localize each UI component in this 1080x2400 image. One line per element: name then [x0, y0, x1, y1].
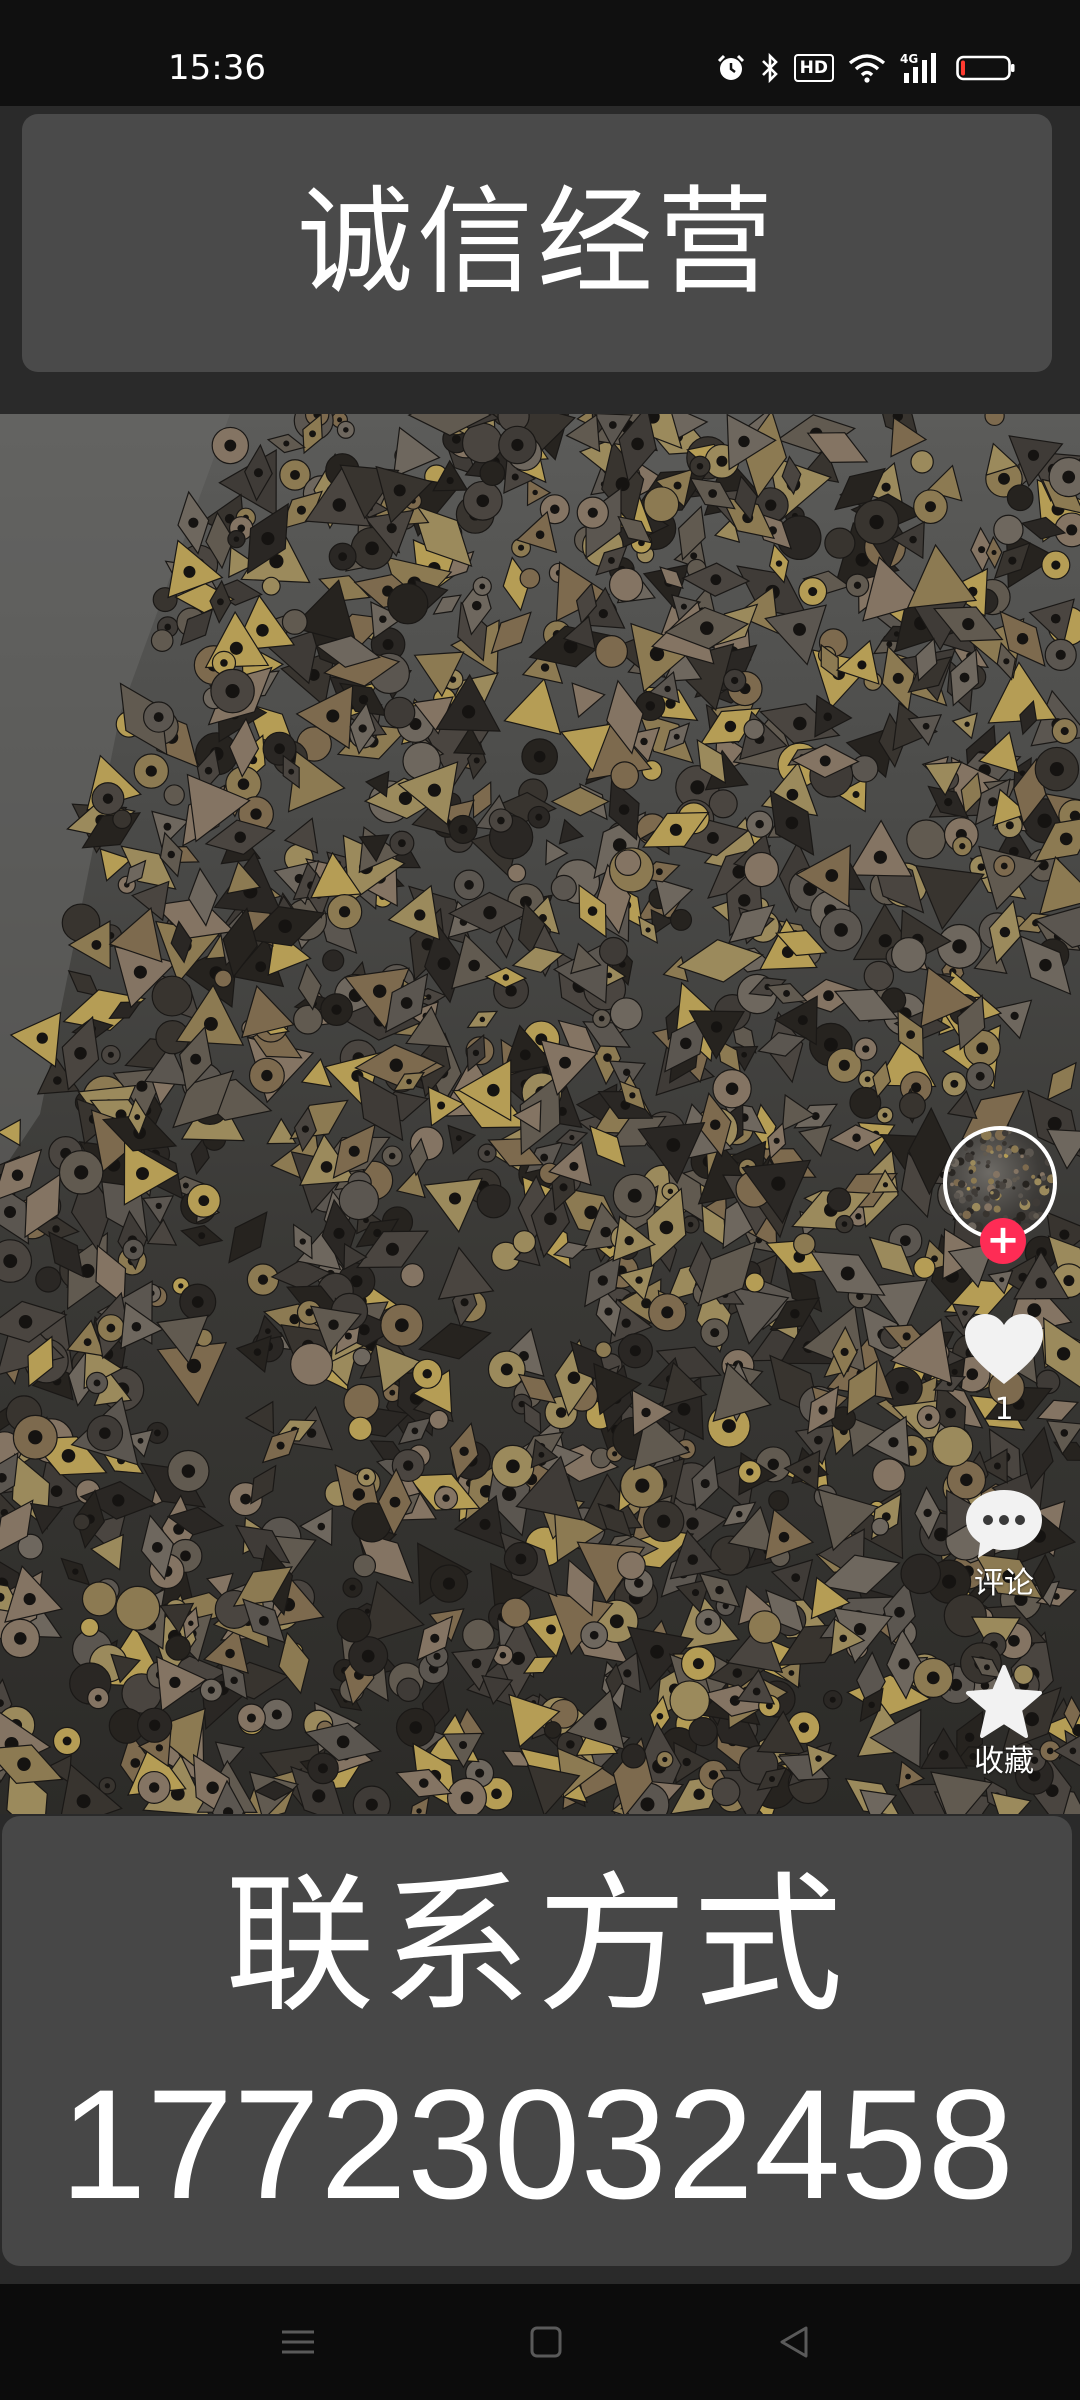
signal-icon: 4G: [900, 52, 936, 83]
status-bar: 15:36 HD 4G: [0, 0, 1080, 106]
comment-bubble-icon: [966, 1490, 1042, 1558]
phone-screen: 15:36 HD 4G 诚信经营 联系方式 17723032458 + 1 评论…: [0, 0, 1080, 2400]
back-triangle-icon: [780, 2326, 808, 2358]
favorite-button[interactable]: 收藏: [944, 1664, 1064, 1780]
heart-icon: [965, 1314, 1043, 1384]
battery-icon: [956, 55, 1015, 81]
favorite-label: 收藏: [974, 1744, 1034, 1779]
comment-button[interactable]: 评论: [944, 1486, 1064, 1602]
system-navigation-bar: [0, 2284, 1080, 2400]
menu-icon: [282, 2330, 314, 2354]
like-count: 1: [994, 1392, 1014, 1427]
status-time: 15:36: [168, 48, 266, 88]
home-square-icon: [530, 2326, 562, 2358]
top-banner-text: 诚信经营: [297, 175, 777, 310]
comment-label: 评论: [974, 1566, 1034, 1601]
contact-phone-number: 17723032458: [59, 2058, 1015, 2232]
wifi-icon: [848, 54, 886, 83]
status-icons: HD 4G: [716, 48, 1016, 88]
bluetooth-icon: [761, 52, 778, 84]
top-banner: 诚信经营: [22, 114, 1052, 372]
back-button[interactable]: [762, 2310, 826, 2374]
contact-banner: 联系方式 17723032458: [2, 1816, 1072, 2266]
follow-button[interactable]: +: [980, 1218, 1026, 1264]
home-button[interactable]: [514, 2310, 578, 2374]
like-button[interactable]: 1: [944, 1310, 1064, 1428]
star-icon: [966, 1665, 1042, 1738]
video-frame-carbide-inserts[interactable]: [0, 414, 1080, 1814]
contact-label: 联系方式: [224, 1859, 849, 2033]
recent-apps-button[interactable]: [266, 2310, 330, 2374]
alarm-icon: [717, 54, 744, 80]
hd-badge: HD: [793, 54, 834, 82]
network-label: 4G: [900, 52, 918, 66]
